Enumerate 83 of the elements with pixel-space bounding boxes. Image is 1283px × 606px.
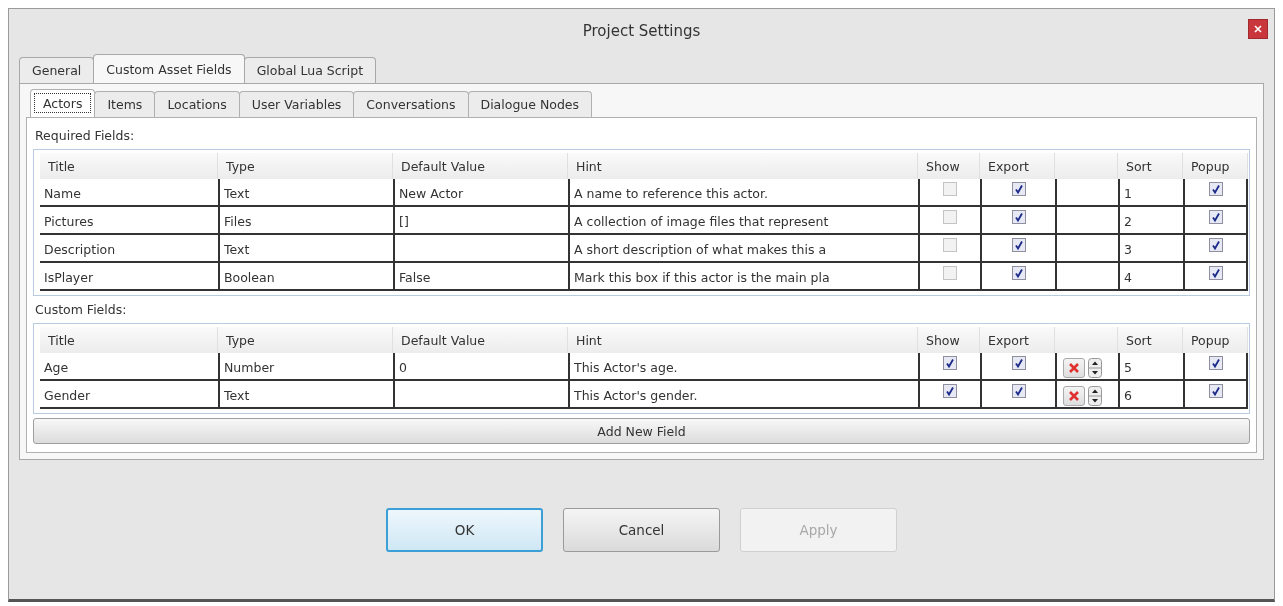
- table-cell: Number: [218, 353, 393, 381]
- table-cell: 3: [1118, 235, 1183, 263]
- column-header: [1055, 327, 1118, 353]
- table-cell: False: [393, 263, 568, 291]
- checkbox[interactable]: [1208, 384, 1223, 398]
- table-cell: 1: [1118, 179, 1183, 207]
- delete-button[interactable]: [1063, 357, 1085, 378]
- column-header: Title: [40, 153, 218, 179]
- table-cell: 5: [1118, 353, 1183, 381]
- column-header: Type: [218, 327, 393, 353]
- table-cell: Text: [218, 381, 393, 409]
- checkbox[interactable]: [1011, 356, 1026, 370]
- column-header: Type: [218, 153, 393, 179]
- checkbox[interactable]: [1208, 210, 1223, 224]
- tab[interactable]: Items: [94, 91, 156, 117]
- table-cell: Pictures: [40, 207, 218, 235]
- table-cell: This Actor's gender.: [568, 381, 918, 409]
- tab[interactable]: Actors: [30, 89, 96, 117]
- close-icon: [1068, 389, 1080, 402]
- close-icon: [1068, 361, 1080, 374]
- column-header: Popup: [1183, 153, 1248, 179]
- table-cell: Files: [218, 207, 393, 235]
- column-header: Default Value: [393, 153, 568, 179]
- checkbox[interactable]: [1208, 266, 1223, 280]
- column-header: Popup: [1183, 327, 1248, 353]
- table-cell: A short description of what makes this a: [568, 235, 918, 263]
- tab[interactable]: Locations: [154, 91, 240, 117]
- table-cell: Name: [40, 179, 218, 207]
- checkbox[interactable]: [1011, 384, 1026, 398]
- tab[interactable]: Global Lua Script: [243, 57, 377, 83]
- tab[interactable]: Dialogue Nodes: [467, 91, 593, 117]
- column-header: Title: [40, 327, 218, 353]
- table-cell: Text: [218, 235, 393, 263]
- section-label: Required Fields:: [34, 127, 136, 145]
- delete-button[interactable]: [1063, 385, 1085, 406]
- column-header: Show: [918, 153, 980, 179]
- add-field-button[interactable]: Add New Field: [33, 418, 1250, 444]
- column-header: Sort: [1118, 153, 1183, 179]
- close-button[interactable]: [1248, 19, 1268, 39]
- tab[interactable]: Conversations: [353, 91, 469, 117]
- table-cell: Age: [40, 353, 218, 381]
- tab[interactable]: General: [19, 57, 95, 83]
- checkbox[interactable]: [943, 356, 957, 370]
- tab[interactable]: Custom Asset Fields: [93, 54, 245, 83]
- close-icon: [1254, 25, 1262, 33]
- column-header: [1055, 153, 1118, 179]
- up-down-spinner-icon[interactable]: [1088, 357, 1102, 378]
- checkbox[interactable]: [1011, 210, 1026, 224]
- table-cell: Gender: [40, 381, 218, 409]
- dialog-button[interactable]: OK: [386, 507, 543, 552]
- table-cell: 0: [393, 353, 568, 381]
- table-cell: Boolean: [218, 263, 393, 291]
- table-cell: This Actor's age.: [568, 353, 918, 381]
- column-header: Default Value: [393, 327, 568, 353]
- checkbox[interactable]: [1208, 238, 1223, 252]
- table-cell: 6: [1118, 381, 1183, 409]
- checkbox[interactable]: [1011, 182, 1026, 196]
- table-cell: Text: [218, 179, 393, 207]
- table-cell: Mark this box if this actor is the main pla: [568, 263, 918, 291]
- checkbox[interactable]: [1208, 182, 1223, 196]
- column-header: Show: [918, 327, 980, 353]
- table-cell: IsPlayer: [40, 263, 218, 291]
- table-cell: New Actor: [393, 179, 568, 207]
- checkbox[interactable]: [943, 384, 957, 398]
- column-header: Export: [980, 327, 1055, 353]
- tab[interactable]: User Variables: [238, 91, 355, 117]
- up-down-spinner-icon[interactable]: [1088, 385, 1102, 406]
- column-header: Export: [980, 153, 1055, 179]
- checkbox[interactable]: [1011, 266, 1026, 280]
- checkbox[interactable]: [1011, 238, 1026, 252]
- column-header: Sort: [1118, 327, 1183, 353]
- table-cell: 2: [1118, 207, 1183, 235]
- column-header: Hint: [568, 153, 918, 179]
- table-cell: A collection of image files that represent: [568, 207, 918, 235]
- table-cell: 4: [1118, 263, 1183, 291]
- section-label: Custom Fields:: [34, 301, 128, 319]
- checkbox[interactable]: [1208, 356, 1223, 370]
- window-title: Project Settings: [582, 22, 701, 40]
- table-cell: []: [393, 207, 568, 235]
- dialog-button[interactable]: Cancel: [563, 507, 720, 552]
- table-cell: Description: [40, 235, 218, 263]
- column-header: Hint: [568, 327, 918, 353]
- table-cell: A name to reference this actor.: [568, 179, 918, 207]
